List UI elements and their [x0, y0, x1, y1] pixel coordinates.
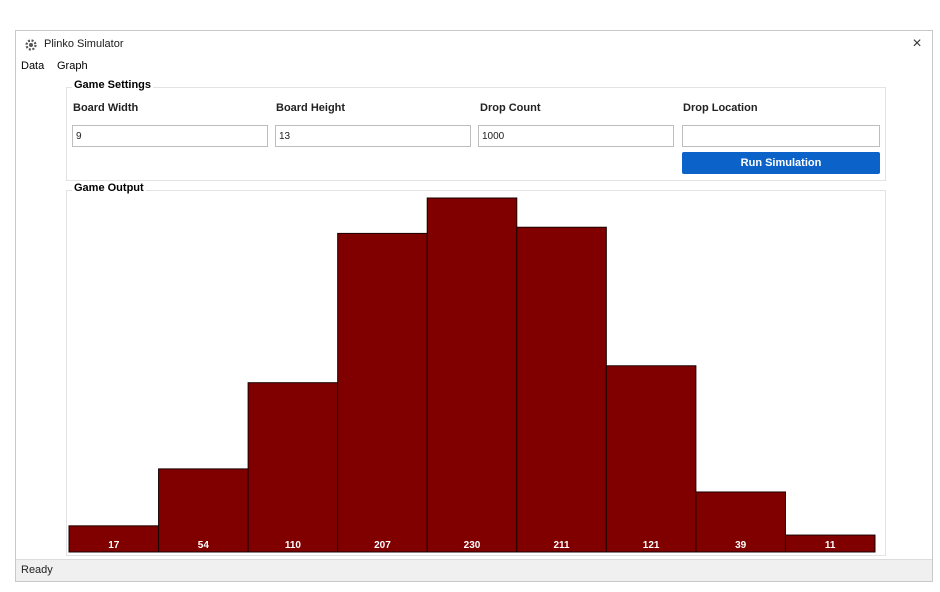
- histogram-bar-3: [247, 382, 339, 553]
- histogram-bar-5: [426, 197, 518, 553]
- bar-value-label: 17: [108, 540, 120, 551]
- bar-value-label: 121: [643, 540, 660, 551]
- bar-value-label: 110: [285, 540, 302, 551]
- close-button[interactable]: ×: [902, 31, 932, 57]
- board-width-label: Board Width: [73, 102, 139, 114]
- menu-graph[interactable]: Graph: [57, 60, 88, 72]
- game-settings-group: Game Settings Board Width Board Height D…: [66, 79, 886, 181]
- app-window: Plinko Simulator × Data Graph Game Setti…: [15, 30, 933, 582]
- board-height-input[interactable]: [275, 125, 471, 147]
- menu-data[interactable]: Data: [21, 60, 44, 72]
- game-settings-title: Game Settings: [72, 79, 154, 91]
- run-simulation-button[interactable]: Run Simulation: [682, 152, 880, 174]
- bar-value-label: 54: [198, 540, 210, 551]
- status-text: Ready: [21, 564, 53, 576]
- histogram-chart: 17 54 110 207 230 211 121 39 11: [68, 197, 876, 553]
- status-bar: Ready: [16, 559, 932, 581]
- bar-value-label: 207: [374, 540, 391, 551]
- bar-value-label: 230: [464, 540, 481, 551]
- drop-location-input[interactable]: [682, 125, 880, 147]
- histogram-bar-4: [337, 232, 428, 553]
- board-width-input[interactable]: [72, 125, 268, 147]
- drop-location-label: Drop Location: [683, 102, 758, 114]
- bar-value-label: 39: [735, 540, 747, 551]
- histogram-bar-6: [516, 226, 607, 553]
- game-output-group: Game Output 17 54 110 207 230 211 121 39 11: [66, 182, 886, 556]
- histogram-bar-7: [605, 365, 697, 553]
- window-title: Plinko Simulator: [44, 38, 124, 50]
- bar-value-label: 11: [825, 540, 836, 551]
- board-height-label: Board Height: [276, 102, 346, 114]
- close-icon: ×: [912, 35, 922, 52]
- drop-count-input[interactable]: [478, 125, 674, 147]
- gear-icon: [25, 39, 37, 51]
- title-bar: Plinko Simulator ×: [16, 31, 932, 59]
- drop-count-label: Drop Count: [480, 102, 541, 114]
- bar-value-label: 211: [553, 540, 570, 551]
